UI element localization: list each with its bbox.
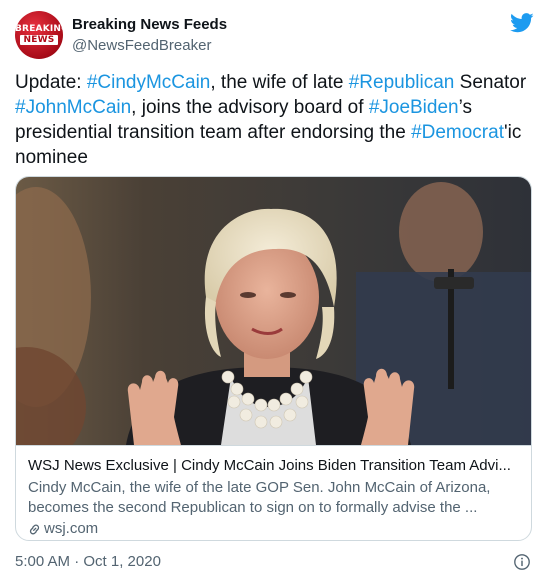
card-domain: wsj.com (28, 519, 519, 539)
display-name[interactable]: Breaking News Feeds (72, 16, 227, 33)
tweet-text: Update: #CindyMcCain, the wife of late #… (15, 70, 535, 170)
hashtag-link[interactable]: #Democrat (411, 122, 504, 143)
avatar-logo-text: BREAKING NEWS (15, 24, 63, 45)
avatar-line-2: NEWS (20, 35, 58, 45)
link-preview-card[interactable]: WSJ News Exclusive | Cindy McCain Joins … (15, 176, 532, 541)
info-icon[interactable] (513, 553, 531, 571)
twitter-bird-icon[interactable] (510, 13, 534, 33)
hashtag-link[interactable]: #CindyMcCain (87, 72, 211, 93)
card-domain-label: wsj.com (44, 520, 99, 537)
text-segment: Senator (454, 72, 527, 93)
link-icon (29, 524, 40, 534)
avatar-line-1: BREAKING (15, 24, 63, 34)
hashtag-link[interactable]: #Republican (349, 72, 455, 93)
text-segment: Update: (15, 72, 87, 93)
text-segment: , the wife of late (210, 72, 349, 93)
article-photo (16, 177, 531, 445)
tweet-card: BREAKING NEWS Breaking News Feeds @NewsF… (0, 0, 550, 573)
user-handle[interactable]: @NewsFeedBreaker (72, 37, 211, 54)
tweet-timestamp[interactable]: 5:00 AM · Oct 1, 2020 (15, 553, 161, 570)
avatar[interactable]: BREAKING NEWS (15, 11, 63, 59)
card-body: WSJ News Exclusive | Cindy McCain Joins … (16, 445, 531, 540)
hashtag-link[interactable]: #JoeBiden (369, 97, 459, 118)
hashtag-link[interactable]: #JohnMcCain (15, 97, 131, 118)
text-segment: , joins the advisory board of (131, 97, 369, 118)
card-description: Cindy McCain, the wife of the late GOP S… (28, 479, 491, 516)
card-title[interactable]: WSJ News Exclusive | Cindy McCain Joins … (28, 456, 519, 476)
